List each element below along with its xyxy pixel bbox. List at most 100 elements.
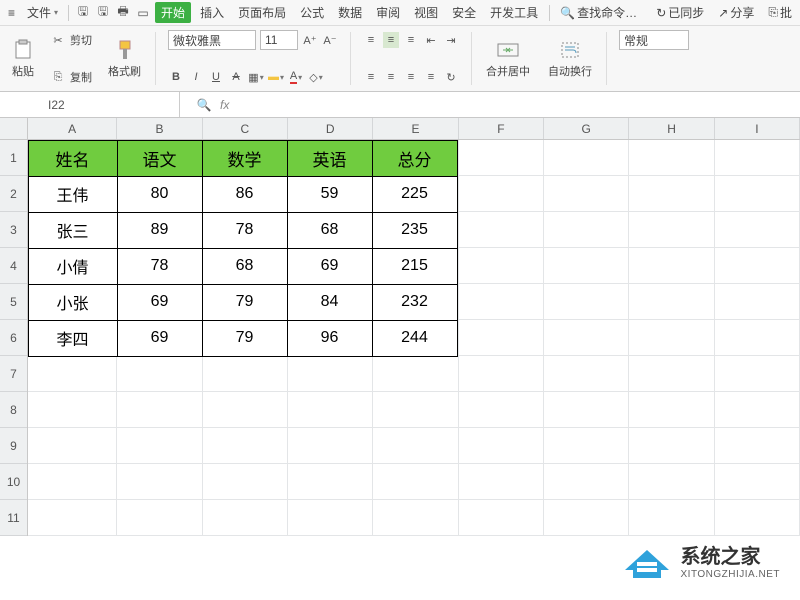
tab-view[interactable]: 视图 xyxy=(409,2,443,23)
table-cell[interactable]: 235 xyxy=(372,212,458,249)
cell[interactable] xyxy=(459,428,544,464)
cell[interactable] xyxy=(459,248,544,284)
table-header[interactable]: 数学 xyxy=(202,140,288,177)
table-cell[interactable]: 68 xyxy=(202,248,288,285)
cell[interactable] xyxy=(373,356,458,392)
cell[interactable] xyxy=(459,356,544,392)
underline-icon[interactable]: U xyxy=(208,69,224,85)
cell[interactable] xyxy=(28,428,117,464)
cell[interactable] xyxy=(715,392,800,428)
cell[interactable] xyxy=(459,140,544,176)
cell[interactable] xyxy=(715,212,800,248)
cell[interactable] xyxy=(629,248,714,284)
clear-format-icon[interactable]: ◇▾ xyxy=(308,69,324,85)
align-middle-icon[interactable]: ≡ xyxy=(383,32,399,48)
table-cell[interactable]: 79 xyxy=(202,284,288,321)
table-cell[interactable]: 王伟 xyxy=(28,176,118,213)
col-header-G[interactable]: G xyxy=(544,118,629,139)
cell[interactable] xyxy=(28,464,117,500)
cell[interactable] xyxy=(544,212,629,248)
preview-icon[interactable]: ▭ xyxy=(135,5,151,21)
cell[interactable] xyxy=(28,392,117,428)
table-cell[interactable]: 232 xyxy=(372,284,458,321)
cell[interactable] xyxy=(544,248,629,284)
cell[interactable] xyxy=(373,464,458,500)
cell[interactable] xyxy=(373,500,458,536)
cell[interactable] xyxy=(715,464,800,500)
cell[interactable] xyxy=(459,464,544,500)
align-right-icon[interactable]: ≡ xyxy=(403,69,419,85)
orientation-icon[interactable]: ↻ xyxy=(443,69,459,85)
cell[interactable] xyxy=(629,356,714,392)
table-cell[interactable]: 78 xyxy=(202,212,288,249)
table-header[interactable]: 姓名 xyxy=(28,140,118,177)
tab-start[interactable]: 开始 xyxy=(155,2,191,23)
cell[interactable] xyxy=(203,464,288,500)
row-header-3[interactable]: 3 xyxy=(0,212,27,248)
align-justify-icon[interactable]: ≡ xyxy=(423,69,439,85)
cells-area[interactable]: 姓名语文数学英语总分王伟808659225张三897868235小倩786869… xyxy=(28,140,800,536)
cell[interactable] xyxy=(544,464,629,500)
cell[interactable] xyxy=(629,140,714,176)
fill-color-icon[interactable]: ▬▾ xyxy=(268,69,284,85)
number-format-select[interactable]: 常规 xyxy=(619,30,689,50)
table-cell[interactable]: 李四 xyxy=(28,320,118,357)
cell[interactable] xyxy=(629,320,714,356)
shrink-font-icon[interactable]: A⁻ xyxy=(322,32,338,48)
table-header[interactable]: 总分 xyxy=(372,140,458,177)
bold-icon[interactable]: B xyxy=(168,69,184,85)
tab-security[interactable]: 安全 xyxy=(447,2,481,23)
table-cell[interactable]: 张三 xyxy=(28,212,118,249)
table-cell[interactable]: 225 xyxy=(372,176,458,213)
table-cell[interactable]: 69 xyxy=(117,320,203,357)
grow-font-icon[interactable]: A⁺ xyxy=(302,32,318,48)
cell[interactable] xyxy=(715,284,800,320)
table-cell[interactable]: 96 xyxy=(287,320,373,357)
cell[interactable] xyxy=(544,320,629,356)
row-header-4[interactable]: 4 xyxy=(0,248,27,284)
font-color-icon[interactable]: A▾ xyxy=(288,69,304,85)
search-fx-icon[interactable]: 🔍 xyxy=(196,97,212,113)
cell[interactable] xyxy=(629,284,714,320)
cell[interactable] xyxy=(715,500,800,536)
cell[interactable] xyxy=(715,428,800,464)
row-header-7[interactable]: 7 xyxy=(0,356,27,392)
app-menu-icon[interactable]: ≡ xyxy=(4,4,19,22)
cell[interactable] xyxy=(544,356,629,392)
row-header-10[interactable]: 10 xyxy=(0,464,27,500)
merge-center-button[interactable]: 合并居中 xyxy=(480,30,536,87)
cell[interactable] xyxy=(715,176,800,212)
cell[interactable] xyxy=(629,464,714,500)
cell[interactable] xyxy=(715,320,800,356)
save-as-icon[interactable]: 🖫 xyxy=(95,5,111,21)
table-cell[interactable]: 86 xyxy=(202,176,288,213)
table-cell[interactable]: 69 xyxy=(287,248,373,285)
table-header[interactable]: 语文 xyxy=(117,140,203,177)
table-cell[interactable]: 68 xyxy=(287,212,373,249)
cell[interactable] xyxy=(117,356,202,392)
row-header-1[interactable]: 1 xyxy=(0,140,27,176)
indent-right-icon[interactable]: ⇥ xyxy=(443,32,459,48)
cell[interactable] xyxy=(288,428,373,464)
table-cell[interactable]: 小张 xyxy=(28,284,118,321)
save-icon[interactable]: 🖫 xyxy=(75,5,91,21)
tab-formula[interactable]: 公式 xyxy=(295,2,329,23)
formula-input[interactable] xyxy=(237,96,637,114)
cell[interactable] xyxy=(459,284,544,320)
share-button[interactable]: ↗分享 xyxy=(714,2,758,23)
align-center-icon[interactable]: ≡ xyxy=(383,69,399,85)
tab-review[interactable]: 审阅 xyxy=(371,2,405,23)
sync-status[interactable]: ↻已同步 xyxy=(652,2,708,23)
row-header-11[interactable]: 11 xyxy=(0,500,27,536)
border-icon[interactable]: ▦▾ xyxy=(248,69,264,85)
cell[interactable] xyxy=(629,500,714,536)
col-header-A[interactable]: A xyxy=(28,118,117,139)
wrap-text-button[interactable]: 自动换行 xyxy=(542,30,598,87)
cell[interactable] xyxy=(288,392,373,428)
cell[interactable] xyxy=(203,392,288,428)
align-bottom-icon[interactable]: ≡ xyxy=(403,32,419,48)
row-header-6[interactable]: 6 xyxy=(0,320,27,356)
table-cell[interactable]: 244 xyxy=(372,320,458,357)
cell[interactable] xyxy=(288,356,373,392)
cell[interactable] xyxy=(373,392,458,428)
